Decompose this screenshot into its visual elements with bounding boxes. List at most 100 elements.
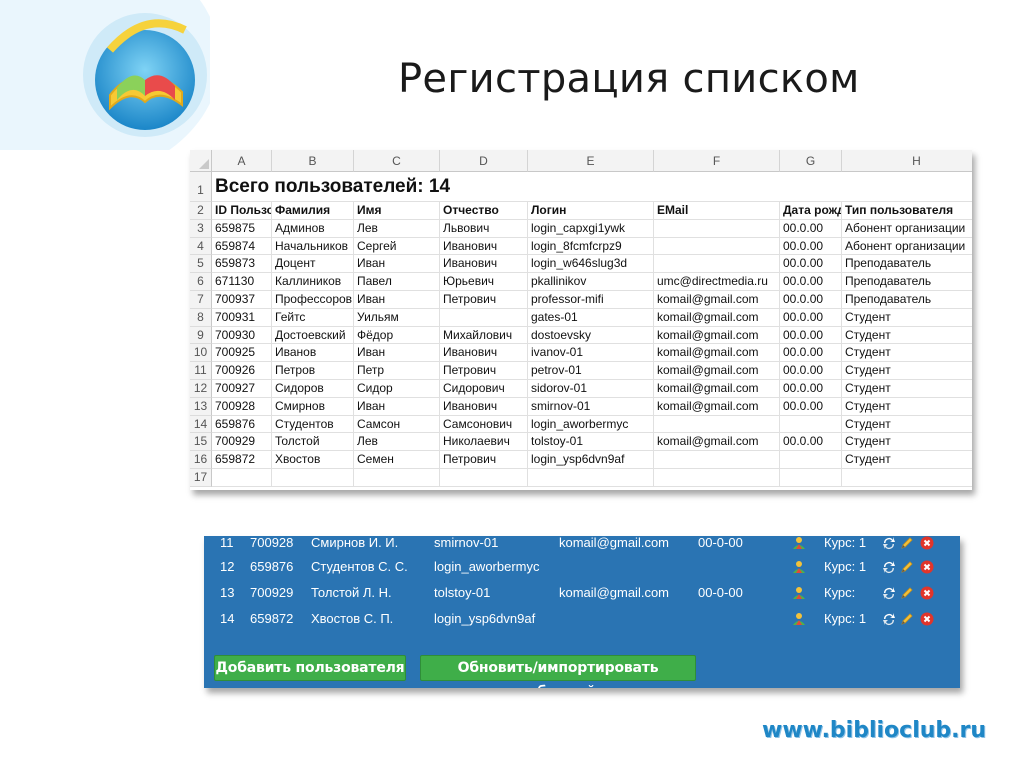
delete-icon[interactable] — [920, 612, 934, 626]
column-header-e[interactable]: E — [528, 150, 654, 172]
table-cell[interactable]: Толстой — [272, 433, 354, 452]
table-cell[interactable]: 00.0.00 — [780, 255, 842, 274]
row-number[interactable]: 13 — [190, 397, 212, 416]
table-cell[interactable]: 00.0.00 — [780, 291, 842, 309]
table-cell[interactable]: Смирнов — [272, 397, 354, 416]
column-header-g[interactable]: G — [780, 150, 842, 172]
table-cell[interactable]: pkallinikov — [528, 273, 654, 291]
table-cell[interactable]: Уильям — [354, 308, 440, 327]
table-cell[interactable]: Студент — [842, 451, 972, 469]
table-cell[interactable]: Иванович — [440, 237, 528, 256]
table-cell[interactable] — [272, 469, 354, 487]
table-cell[interactable]: Профессоров — [272, 291, 354, 309]
edit-pencil-icon[interactable] — [900, 586, 914, 600]
user-role-icon[interactable] — [792, 536, 806, 550]
table-cell[interactable]: Сергей — [354, 237, 440, 256]
table-cell[interactable]: ivanov-01 — [528, 344, 654, 363]
table-cell[interactable]: 700927 — [212, 380, 272, 398]
table-cell[interactable]: Фёдор — [354, 326, 440, 345]
table-cell[interactable]: Студент — [842, 380, 972, 398]
table-cell[interactable]: 700937 — [212, 291, 272, 309]
table-cell[interactable]: Каллиников — [272, 273, 354, 291]
table-cell[interactable]: Преподаватель — [842, 255, 972, 274]
column-title-cell[interactable]: Дата рождения — [780, 202, 842, 220]
table-cell[interactable] — [654, 219, 780, 238]
table-cell[interactable]: Самсон — [354, 415, 440, 434]
table-cell[interactable] — [440, 308, 528, 327]
table-cell[interactable]: dostoevsky — [528, 326, 654, 345]
table-cell[interactable]: login_8fcmfcrpz9 — [528, 237, 654, 256]
refresh-icon[interactable] — [882, 586, 896, 600]
table-cell[interactable]: Иван — [354, 255, 440, 274]
table-cell[interactable]: Иван — [354, 344, 440, 363]
row-number[interactable]: 12 — [190, 380, 212, 398]
table-cell[interactable]: login_aworbermyc — [528, 415, 654, 434]
table-cell[interactable]: Иванов — [272, 344, 354, 363]
table-cell[interactable]: umc@directmedia.ru — [654, 273, 780, 291]
column-header-h[interactable]: H — [842, 150, 972, 172]
edit-pencil-icon[interactable] — [900, 536, 914, 550]
table-cell[interactable]: 659872 — [212, 451, 272, 469]
table-cell[interactable]: Доцент — [272, 255, 354, 274]
row-number[interactable]: 7 — [190, 291, 212, 309]
table-cell[interactable]: tolstoy-01 — [528, 433, 654, 452]
table-cell[interactable]: 700931 — [212, 308, 272, 327]
row-number[interactable]: 9 — [190, 326, 212, 345]
table-cell[interactable]: Абонент организации — [842, 220, 972, 238]
table-cell[interactable]: Достоевский — [272, 326, 354, 345]
table-cell[interactable]: Самсонович — [440, 415, 528, 434]
table-cell[interactable]: 00.0.00 — [780, 326, 842, 345]
table-cell[interactable]: Семен — [354, 451, 440, 469]
table-cell[interactable]: 00.0.00 — [780, 219, 842, 238]
table-cell[interactable]: Петрович — [440, 362, 528, 380]
table-cell[interactable]: Студент — [842, 327, 972, 345]
table-cell[interactable]: Иванович — [440, 255, 528, 274]
row-number[interactable]: 16 — [190, 451, 212, 469]
table-cell[interactable]: 671130 — [212, 273, 272, 291]
table-cell[interactable]: 700929 — [212, 433, 272, 452]
table-cell[interactable]: gates-01 — [528, 308, 654, 327]
table-cell[interactable]: 00.0.00 — [780, 237, 842, 256]
table-cell[interactable]: 700926 — [212, 362, 272, 380]
table-cell[interactable]: Сидорович — [440, 380, 528, 398]
table-cell[interactable] — [654, 451, 780, 469]
table-cell[interactable]: Хвостов — [272, 451, 354, 469]
row-number[interactable]: 3 — [190, 219, 212, 238]
table-cell[interactable] — [354, 469, 440, 487]
users-total-cell[interactable]: Всего пользователей: 14 — [212, 172, 612, 202]
table-cell[interactable]: Начальников — [272, 237, 354, 256]
user-login[interactable]: smirnov-01 — [434, 536, 498, 556]
column-title-cell[interactable]: EMail — [654, 202, 780, 220]
delete-icon[interactable] — [920, 536, 934, 550]
table-cell[interactable]: 659874 — [212, 237, 272, 256]
user-role-icon[interactable] — [792, 612, 806, 626]
row-number[interactable]: 17 — [190, 469, 212, 487]
table-cell[interactable]: Гейтс — [272, 308, 354, 327]
column-header-b[interactable]: B — [272, 150, 354, 172]
table-cell[interactable]: 700928 — [212, 397, 272, 416]
column-title-cell[interactable]: Логин — [528, 202, 654, 220]
table-cell[interactable]: Студентов — [272, 415, 354, 434]
column-header-f[interactable]: F — [654, 150, 780, 172]
table-cell[interactable]: login_capxgi1ywk — [528, 219, 654, 238]
user-role-icon[interactable] — [792, 560, 806, 574]
table-cell[interactable] — [212, 469, 272, 487]
table-cell[interactable]: komail@gmail.com — [654, 380, 780, 398]
table-cell[interactable]: 00.0.00 — [780, 308, 842, 327]
column-title-cell[interactable]: Имя — [354, 202, 440, 220]
table-cell[interactable]: Михайлович — [440, 326, 528, 345]
table-cell[interactable]: 00.0.00 — [780, 433, 842, 452]
table-cell[interactable] — [780, 451, 842, 469]
table-cell[interactable]: Студент — [842, 433, 972, 452]
row-number[interactable]: 10 — [190, 344, 212, 363]
table-cell[interactable]: 659873 — [212, 255, 272, 274]
table-cell[interactable]: Сидор — [354, 380, 440, 398]
row-number[interactable]: 11 — [190, 362, 212, 380]
column-header-c[interactable]: C — [354, 150, 440, 172]
column-title-cell[interactable]: Фамилия — [272, 202, 354, 220]
row-number[interactable]: 5 — [190, 255, 212, 274]
table-cell[interactable]: Лев — [354, 219, 440, 238]
delete-icon[interactable] — [920, 586, 934, 600]
table-cell[interactable] — [440, 469, 528, 487]
table-cell[interactable]: Петр — [354, 362, 440, 380]
